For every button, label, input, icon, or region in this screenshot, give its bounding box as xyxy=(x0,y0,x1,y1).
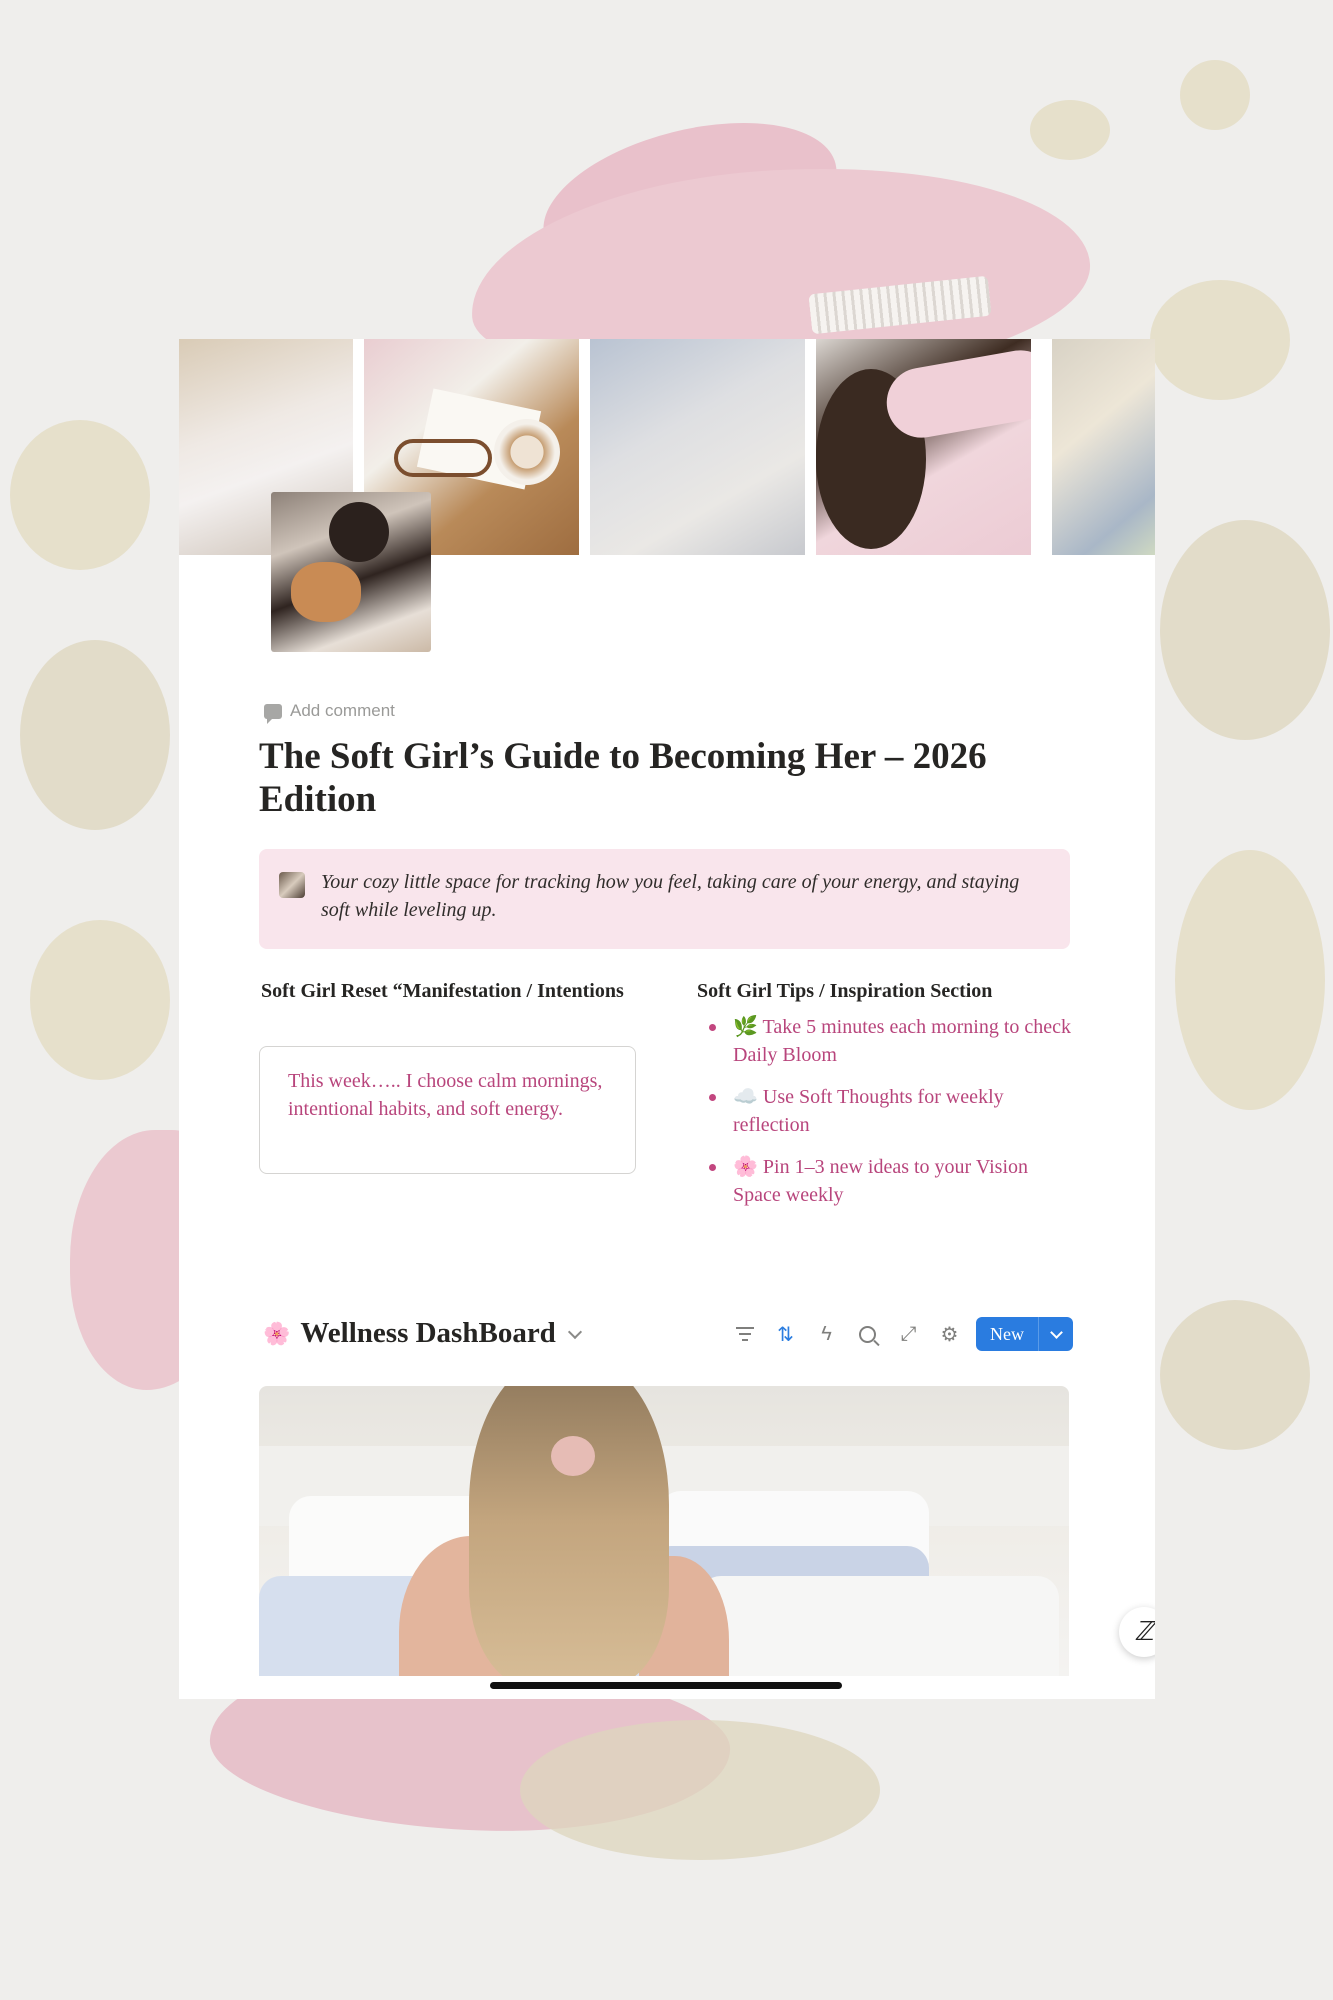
cream-texture xyxy=(1160,1300,1310,1450)
chevron-down-icon xyxy=(1049,1325,1063,1339)
search-button[interactable] xyxy=(847,1317,888,1351)
database-header: 🌸 Wellness DashBoard ⇅ ϟ ⤢ ⚙ New xyxy=(263,1317,1073,1357)
filter-button[interactable] xyxy=(724,1317,765,1351)
cover-photo-pink-top xyxy=(816,339,1031,555)
database-title-button[interactable]: 🌸 Wellness DashBoard xyxy=(263,1317,582,1350)
callout-photo-icon xyxy=(279,872,305,898)
automation-icon: ϟ xyxy=(821,1322,832,1345)
head-shape xyxy=(329,502,389,562)
new-button-group: New xyxy=(976,1317,1073,1351)
cup-shape xyxy=(494,419,560,485)
cover-photo-reading xyxy=(1052,339,1155,555)
hair-shape xyxy=(469,1386,669,1676)
chevron-down-icon xyxy=(567,1324,582,1339)
intention-text-box[interactable]: This week….. I choose calm mornings, int… xyxy=(259,1046,636,1174)
list-item[interactable]: 🌿 Take 5 minutes each morning to check D… xyxy=(697,1013,1077,1069)
callout-block[interactable]: Your cozy little space for tracking how … xyxy=(259,849,1070,949)
cream-texture xyxy=(520,1720,880,1860)
expand-button[interactable]: ⤢ xyxy=(888,1317,929,1351)
sort-icon: ⇅ xyxy=(777,1323,794,1346)
reset-heading[interactable]: Soft Girl Reset “Manifestation / Intenti… xyxy=(261,977,641,1005)
cream-texture xyxy=(1160,520,1330,740)
tip-emoji: 🌿 xyxy=(733,1016,758,1038)
tip-emoji: ☁️ xyxy=(733,1086,758,1108)
intention-text: This week….. I choose calm mornings, int… xyxy=(288,1070,603,1120)
notion-page: Add comment The Soft Girl’s Guide to Bec… xyxy=(179,339,1155,1699)
glasses-shape xyxy=(394,439,492,477)
automation-button[interactable]: ϟ xyxy=(806,1317,847,1351)
tip-text: Pin 1–3 new ideas to your Vision Space w… xyxy=(733,1156,1028,1206)
cream-texture xyxy=(1150,280,1290,400)
comment-icon xyxy=(264,703,282,724)
cream-texture xyxy=(1030,100,1110,160)
hair-clip-shape xyxy=(551,1436,595,1476)
list-item[interactable]: ☁️ Use Soft Thoughts for weekly reflecti… xyxy=(697,1083,1077,1139)
expand-icon: ⤢ xyxy=(900,1322,917,1345)
fab-glyph: ℤ xyxy=(1134,1617,1154,1646)
cream-texture xyxy=(1175,850,1325,1110)
flower-icon: 🌸 xyxy=(263,1320,291,1346)
cream-texture xyxy=(1180,60,1250,130)
database-toolbar: ⇅ ϟ ⤢ ⚙ New xyxy=(724,1317,1073,1351)
bullet-icon xyxy=(709,1094,716,1101)
arm-shape xyxy=(881,344,1031,444)
settings-icon: ⚙ xyxy=(940,1323,959,1346)
cream-texture xyxy=(30,920,170,1080)
cat-shape xyxy=(291,562,361,622)
tip-emoji: 🌸 xyxy=(733,1156,758,1178)
search-icon xyxy=(859,1325,876,1343)
settings-button[interactable]: ⚙ xyxy=(929,1317,970,1351)
sort-button[interactable]: ⇅ xyxy=(765,1317,806,1351)
add-comment-button[interactable]: Add comment xyxy=(264,700,395,724)
gallery-card-cover[interactable] xyxy=(259,1386,1069,1676)
tips-list: 🌿 Take 5 minutes each morning to check D… xyxy=(697,1013,1077,1209)
bullet-icon xyxy=(709,1024,716,1031)
pillow-shape xyxy=(699,1576,1059,1676)
database-title: Wellness DashBoard xyxy=(300,1317,556,1349)
tip-text: Take 5 minutes each morning to check Dai… xyxy=(733,1016,1072,1066)
page-icon-image[interactable] xyxy=(271,492,431,652)
cream-texture xyxy=(20,640,170,830)
cover-photo-bed xyxy=(590,339,805,555)
add-comment-label: Add comment xyxy=(290,701,395,720)
tip-text: Use Soft Thoughts for weekly reflection xyxy=(733,1086,1004,1136)
reset-column: Soft Girl Reset “Manifestation / Intenti… xyxy=(261,977,641,1005)
home-indicator[interactable] xyxy=(490,1682,842,1689)
filter-icon xyxy=(735,1327,754,1341)
bullet-icon xyxy=(709,1164,716,1171)
tips-heading[interactable]: Soft Girl Tips / Inspiration Section xyxy=(697,977,1077,1005)
floating-action-button[interactable]: ℤ xyxy=(1119,1607,1155,1657)
new-button[interactable]: New xyxy=(976,1317,1038,1351)
callout-text: Your cozy little space for tracking how … xyxy=(321,871,1020,921)
new-dropdown-button[interactable] xyxy=(1038,1317,1073,1351)
cream-texture xyxy=(10,420,150,570)
page-title[interactable]: The Soft Girl’s Guide to Becoming Her – … xyxy=(259,735,1059,821)
tips-column: Soft Girl Tips / Inspiration Section 🌿 T… xyxy=(697,977,1077,1223)
list-item[interactable]: 🌸 Pin 1–3 new ideas to your Vision Space… xyxy=(697,1153,1077,1209)
